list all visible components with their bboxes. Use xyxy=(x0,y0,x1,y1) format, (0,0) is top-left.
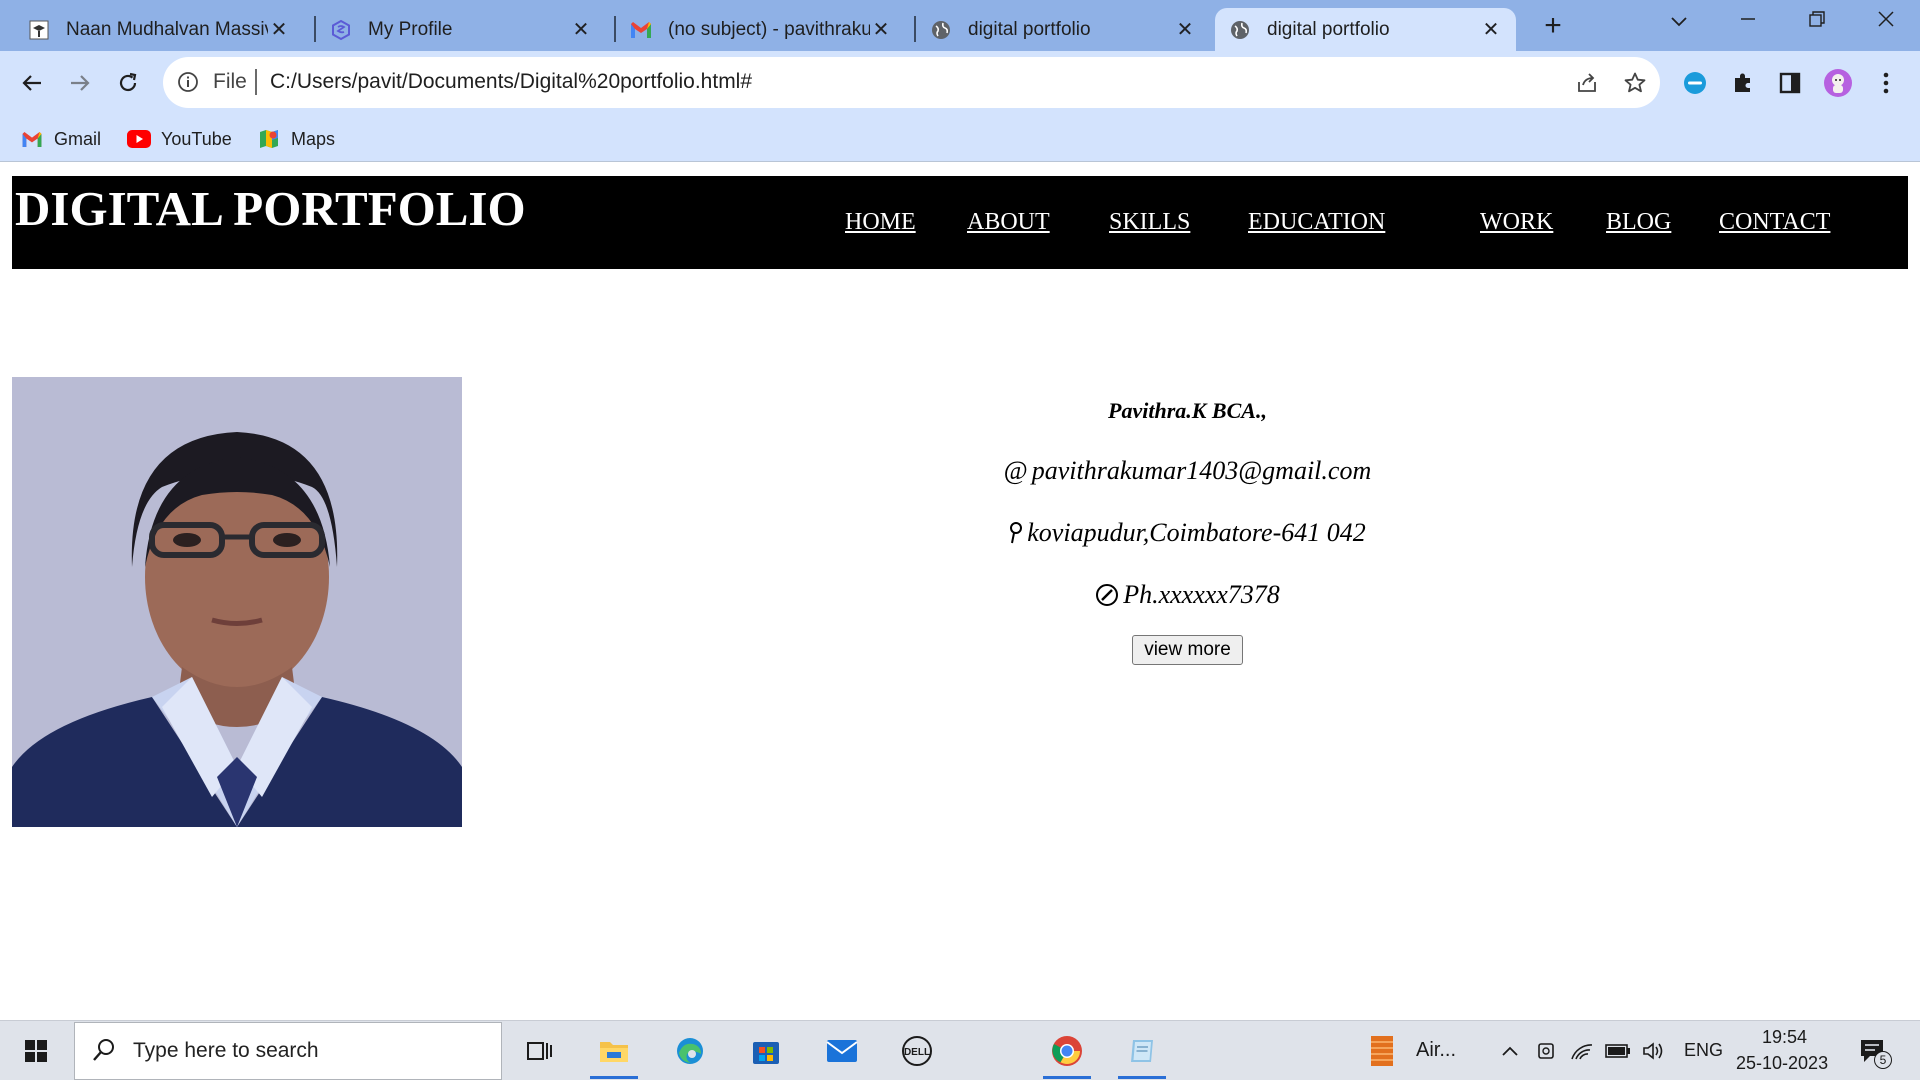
site-header: DIGITAL PORTFOLIO HOME ABOUT SKILLS EDUC… xyxy=(12,176,1908,269)
camera-icon[interactable] xyxy=(1532,1027,1560,1075)
profile-phone: Ph.xxxxxx7378 xyxy=(1123,580,1280,609)
globe-icon xyxy=(930,19,952,41)
nav-link-skills[interactable]: SKILLS xyxy=(1109,209,1190,236)
nav-link-about[interactable]: ABOUT xyxy=(967,209,1050,236)
browser-toolbar: File C:/Users/pavit/Documents/Digital%20… xyxy=(0,51,1920,116)
nav-link-home[interactable]: HOME xyxy=(845,209,916,236)
profile-email: pavithrakumar1403@gmail.com xyxy=(1031,456,1372,485)
address-bar[interactable]: File C:/Users/pavit/Documents/Digital%20… xyxy=(163,57,1660,108)
tab-digital-portfolio[interactable]: digital portfolio ✕ xyxy=(916,8,1210,51)
maps-icon xyxy=(257,127,281,151)
svg-text:DELL: DELL xyxy=(904,1047,930,1058)
notepad-icon[interactable] xyxy=(1118,1027,1166,1079)
bookmark-youtube[interactable]: YouTube xyxy=(127,124,232,154)
battery-icon[interactable] xyxy=(1604,1027,1632,1075)
reload-button[interactable] xyxy=(110,65,146,101)
profile-info: Pavithra.K BCA., @ pavithrakumar1403@gma… xyxy=(900,393,1475,665)
volume-icon[interactable] xyxy=(1640,1027,1668,1075)
minimize-button[interactable] xyxy=(1728,6,1768,38)
globe-icon xyxy=(1229,19,1251,41)
nav-link-work[interactable]: WORK xyxy=(1480,209,1553,236)
language-indicator[interactable]: ENG xyxy=(1684,1040,1723,1061)
url-scheme-label: File xyxy=(213,70,247,93)
side-panel-icon[interactable] xyxy=(1772,65,1808,101)
profile-name: Pavithra.K BCA., xyxy=(1108,398,1267,423)
tab-digital-portfolio-active[interactable]: digital portfolio ✕ xyxy=(1215,8,1516,51)
windows-taskbar: Type here to search DELL Air... ENG 19:5… xyxy=(0,1020,1920,1080)
taskbar-search-box[interactable]: Type here to search xyxy=(74,1022,502,1080)
graduation-cap-icon xyxy=(28,19,50,41)
windows-start-icon[interactable] xyxy=(12,1027,60,1075)
tab-search-chevron-icon[interactable] xyxy=(1659,6,1699,38)
profile-avatar-icon[interactable] xyxy=(1820,65,1856,101)
search-icon xyxy=(91,1037,117,1068)
close-icon[interactable]: ✕ xyxy=(268,17,290,42)
profile-site-icon xyxy=(330,19,352,41)
profile-phone-row: Ph.xxxxxx7378 xyxy=(900,575,1475,615)
at-sign-icon: @ xyxy=(1003,456,1028,485)
file-explorer-icon[interactable] xyxy=(590,1027,638,1079)
gmail-icon xyxy=(20,127,44,151)
task-view-icon[interactable] xyxy=(515,1027,563,1075)
youtube-icon xyxy=(127,127,151,151)
dell-icon[interactable]: DELL xyxy=(893,1027,941,1075)
close-icon[interactable]: ✕ xyxy=(1174,17,1196,42)
view-more-button[interactable]: view more xyxy=(1132,635,1243,665)
forward-button[interactable] xyxy=(62,65,98,101)
bookmarks-bar: Gmail YouTube Maps xyxy=(0,116,1920,162)
mail-icon[interactable] xyxy=(818,1027,866,1075)
location-pin-icon xyxy=(1009,522,1023,544)
arrow-left-icon xyxy=(22,75,41,91)
bookmark-star-icon[interactable] xyxy=(1622,70,1648,96)
bookmark-maps[interactable]: Maps xyxy=(257,124,335,154)
clock-time[interactable]: 19:54 xyxy=(1762,1027,1807,1048)
clock-date[interactable]: 25-10-2023 xyxy=(1736,1053,1828,1074)
profile-location: koviapudur,Coimbatore-641 042 xyxy=(1027,518,1366,547)
tab-my-profile[interactable]: My Profile ✕ xyxy=(316,8,606,51)
nav-link-blog[interactable]: BLOG xyxy=(1606,209,1671,236)
profile-photo xyxy=(12,377,462,827)
airtel-app-icon[interactable] xyxy=(1362,1027,1402,1075)
info-icon[interactable] xyxy=(177,71,199,93)
url-text[interactable]: C:/Users/pavit/Documents/Digital%20portf… xyxy=(270,70,752,94)
arrow-right-icon xyxy=(71,75,90,91)
tab-strip: Naan Mudhalvan Massive ✕ My Profile ✕ (n… xyxy=(0,0,1920,51)
gmail-icon xyxy=(630,19,652,41)
chevron-up-icon[interactable] xyxy=(1496,1027,1524,1075)
notification-count-badge: 5 xyxy=(1874,1051,1892,1069)
back-button[interactable] xyxy=(14,65,50,101)
close-icon[interactable]: ✕ xyxy=(570,17,592,42)
tab-naan-mudhalvan[interactable]: Naan Mudhalvan Massive ✕ xyxy=(14,8,304,51)
tab-gmail[interactable]: (no subject) - pavithrakum ✕ xyxy=(616,8,906,51)
reload-icon xyxy=(119,72,137,92)
nav-link-education[interactable]: EDUCATION xyxy=(1248,209,1385,236)
share-icon[interactable] xyxy=(1574,70,1600,96)
profile-location-row: koviapudur,Coimbatore-641 042 xyxy=(900,513,1475,553)
extension-toggle-icon[interactable] xyxy=(1677,65,1713,101)
wifi-icon[interactable] xyxy=(1568,1027,1596,1075)
close-icon[interactable]: ✕ xyxy=(1480,17,1502,42)
phone-icon xyxy=(1095,583,1119,607)
chrome-icon[interactable] xyxy=(1043,1027,1091,1079)
bookmark-gmail[interactable]: Gmail xyxy=(20,124,101,154)
omnibox-divider xyxy=(255,69,257,95)
running-app-label[interactable]: Air... xyxy=(1416,1039,1456,1062)
close-icon[interactable]: ✕ xyxy=(870,17,892,42)
nav-link-contact[interactable]: CONTACT xyxy=(1719,209,1830,236)
chrome-menu-icon[interactable] xyxy=(1868,65,1904,101)
close-window-button[interactable] xyxy=(1866,6,1906,38)
site-title: DIGITAL PORTFOLIO xyxy=(15,181,526,236)
search-placeholder: Type here to search xyxy=(133,1039,319,1062)
microsoft-store-icon[interactable] xyxy=(742,1027,790,1075)
page-viewport: DIGITAL PORTFOLIO HOME ABOUT SKILLS EDUC… xyxy=(0,163,1920,1020)
edge-browser-icon[interactable] xyxy=(666,1027,714,1075)
extensions-puzzle-icon[interactable] xyxy=(1725,65,1761,101)
restore-button[interactable] xyxy=(1797,6,1837,38)
new-tab-button[interactable]: + xyxy=(1536,10,1570,44)
profile-email-row: @ pavithrakumar1403@gmail.com xyxy=(900,451,1475,491)
